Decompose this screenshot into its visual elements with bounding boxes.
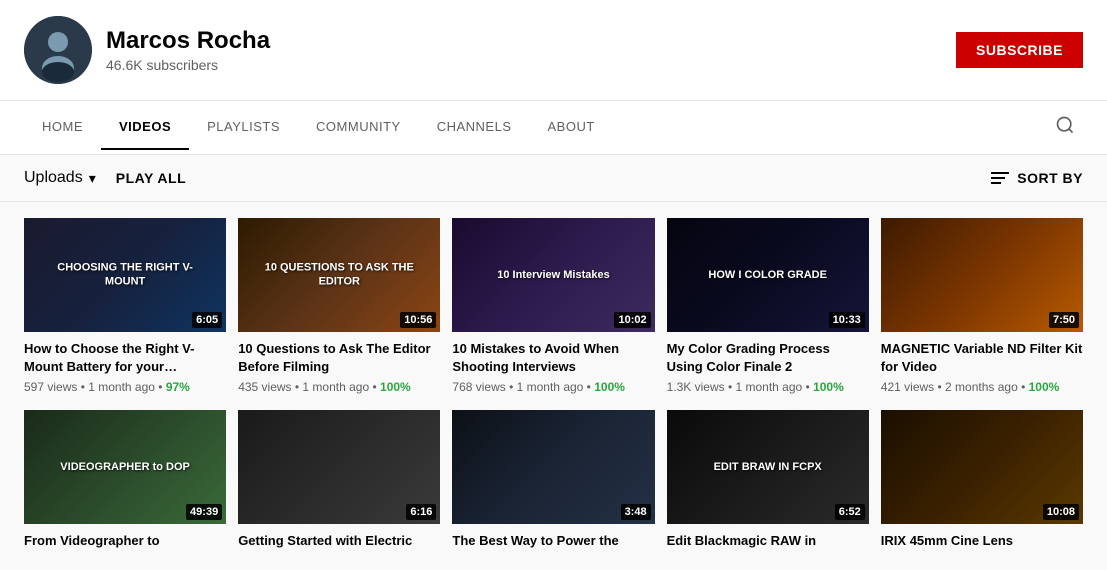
video-meta: 435 views • 1 month ago • 100% [238, 380, 440, 394]
channel-info-group: Marcos Rocha 46.6K subscribers [24, 16, 270, 84]
video-thumbnail: 10:08 [881, 410, 1083, 524]
video-card[interactable]: 10 QUESTIONS TO ASK THE EDITOR 10:56 10 … [238, 218, 440, 394]
sort-icon [991, 172, 1009, 184]
nav-item-videos[interactable]: VIDEOS [101, 105, 189, 150]
sort-by-button[interactable]: SORT BY [991, 170, 1083, 186]
video-meta: 597 views • 1 month ago • 97% [24, 380, 226, 394]
video-thumbnail: VIDEOGRAPHER to DOP 49:39 [24, 410, 226, 524]
video-card[interactable]: VIDEOGRAPHER to DOP 49:39 From Videograp… [24, 410, 226, 554]
video-duration: 10:56 [400, 312, 436, 328]
video-card[interactable]: EDIT BRAW IN FCPX 6:52 Edit Blackmagic R… [667, 410, 869, 554]
video-thumbnail: 7:50 [881, 218, 1083, 332]
video-title: Edit Blackmagic RAW in [667, 532, 869, 550]
video-duration: 6:16 [406, 504, 436, 520]
subscriber-count: 46.6K subscribers [106, 57, 270, 73]
video-title: MAGNETIC Variable ND Filter Kit for Vide… [881, 340, 1083, 376]
video-card[interactable]: 6:16 Getting Started with Electric [238, 410, 440, 554]
video-duration: 7:50 [1049, 312, 1079, 328]
nav-item-community[interactable]: COMMUNITY [298, 105, 419, 150]
video-meta: 421 views • 2 months ago • 100% [881, 380, 1083, 394]
video-title: 10 Questions to Ask The Editor Before Fi… [238, 340, 440, 376]
uploads-label: Uploads [24, 169, 83, 187]
channel-nav: HOME VIDEOS PLAYLISTS COMMUNITY CHANNELS… [0, 101, 1107, 155]
video-duration: 10:08 [1043, 504, 1079, 520]
video-card[interactable]: 10 Interview Mistakes 10:02 10 Mistakes … [452, 218, 654, 394]
thumbnail-label: EDIT BRAW IN FCPX [677, 456, 859, 478]
video-thumbnail: 3:48 [452, 410, 654, 524]
toolbar-left-group: Uploads ▾ PLAY ALL [24, 169, 186, 187]
search-icon[interactable] [1047, 101, 1083, 154]
video-thumbnail: 6:16 [238, 410, 440, 524]
video-thumbnail: EDIT BRAW IN FCPX 6:52 [667, 410, 869, 524]
sort-by-label: SORT BY [1017, 170, 1083, 186]
video-duration: 49:39 [186, 504, 222, 520]
chevron-down-icon: ▾ [89, 170, 96, 187]
video-thumbnail: 10 QUESTIONS TO ASK THE EDITOR 10:56 [238, 218, 440, 332]
channel-name: Marcos Rocha [106, 27, 270, 55]
thumbnail-label: 10 QUESTIONS TO ASK THE EDITOR [248, 257, 430, 294]
nav-item-about[interactable]: ABOUT [530, 105, 613, 150]
video-card[interactable]: CHOOSING THE RIGHT V-MOUNT 6:05 How to C… [24, 218, 226, 394]
video-duration: 10:02 [614, 312, 650, 328]
uploads-dropdown[interactable]: Uploads ▾ [24, 169, 96, 187]
video-thumbnail: CHOOSING THE RIGHT V-MOUNT 6:05 [24, 218, 226, 332]
video-card[interactable]: 3:48 The Best Way to Power the [452, 410, 654, 554]
video-grid: CHOOSING THE RIGHT V-MOUNT 6:05 How to C… [0, 202, 1107, 570]
play-all-button[interactable]: PLAY ALL [116, 170, 186, 186]
video-duration: 10:33 [829, 312, 865, 328]
thumbnail-label: 10 Interview Mistakes [463, 264, 645, 286]
video-thumbnail: 10 Interview Mistakes 10:02 [452, 218, 654, 332]
video-title: My Color Grading Process Using Color Fin… [667, 340, 869, 376]
nav-item-home[interactable]: HOME [24, 105, 101, 150]
video-duration: 3:48 [621, 504, 651, 520]
video-meta: 1.3K views • 1 month ago • 100% [667, 380, 869, 394]
video-title: How to Choose the Right V-Mount Battery … [24, 340, 226, 376]
thumbnail-label: CHOOSING THE RIGHT V-MOUNT [34, 257, 216, 294]
subscribe-button[interactable]: SUBSCRIBE [956, 32, 1083, 68]
video-card[interactable]: HOW I COLOR GRADE 10:33 My Color Grading… [667, 218, 869, 394]
video-card[interactable]: 10:08 IRIX 45mm Cine Lens [881, 410, 1083, 554]
video-title: IRIX 45mm Cine Lens [881, 532, 1083, 550]
video-title: 10 Mistakes to Avoid When Shooting Inter… [452, 340, 654, 376]
video-duration: 6:52 [835, 504, 865, 520]
nav-item-channels[interactable]: CHANNELS [419, 105, 530, 150]
thumbnail-label: HOW I COLOR GRADE [677, 264, 859, 286]
video-card[interactable]: 7:50 MAGNETIC Variable ND Filter Kit for… [881, 218, 1083, 394]
video-title: Getting Started with Electric [238, 532, 440, 550]
video-title: The Best Way to Power the [452, 532, 654, 550]
channel-text-info: Marcos Rocha 46.6K subscribers [106, 27, 270, 73]
video-toolbar: Uploads ▾ PLAY ALL SORT BY [0, 155, 1107, 202]
channel-avatar[interactable] [24, 16, 92, 84]
channel-header: Marcos Rocha 46.6K subscribers SUBSCRIBE [0, 0, 1107, 101]
video-title: From Videographer to [24, 532, 226, 550]
thumbnail-label: VIDEOGRAPHER to DOP [34, 456, 216, 478]
video-meta: 768 views • 1 month ago • 100% [452, 380, 654, 394]
nav-item-playlists[interactable]: PLAYLISTS [189, 105, 298, 150]
video-thumbnail: HOW I COLOR GRADE 10:33 [667, 218, 869, 332]
video-duration: 6:05 [192, 312, 222, 328]
